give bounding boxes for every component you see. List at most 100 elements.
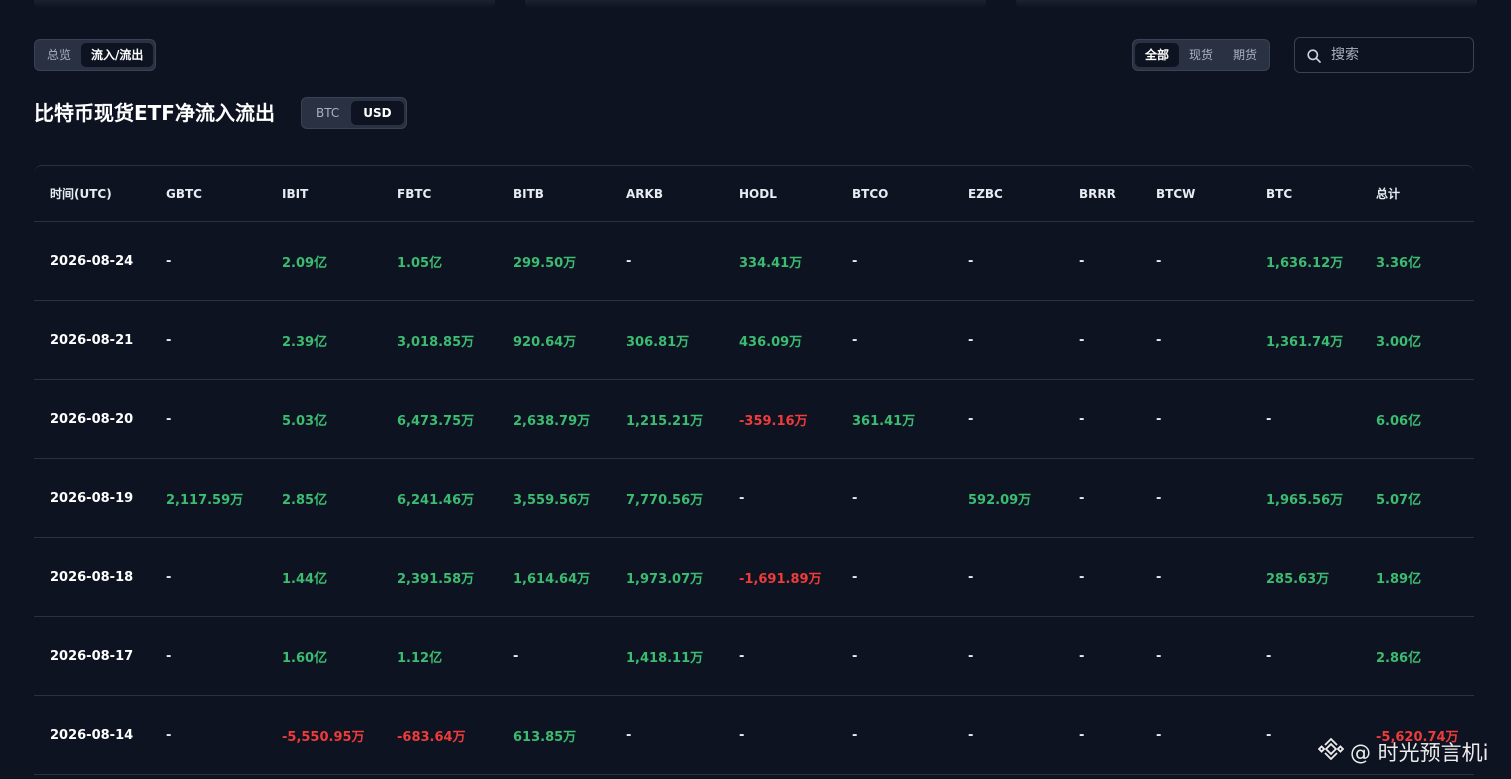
flow-cell: 299.50万: [497, 221, 610, 301]
flow-cell: -1,691.89万: [723, 537, 836, 617]
date-cell: 2026-08-24: [34, 221, 150, 301]
flow-cell: 6,241.46万: [381, 458, 497, 538]
unit-toggle: BTC USD: [301, 97, 407, 129]
flow-cell: 1,965.56万: [1250, 458, 1360, 538]
flow-cell: 1.12亿: [381, 616, 497, 696]
flow-cell: 920.64万: [497, 300, 610, 380]
flow-cell: 1.44亿: [266, 537, 381, 617]
flow-cell: -: [1063, 221, 1140, 301]
view-tab-0[interactable]: 总览: [37, 43, 81, 67]
date-cell: 2026-08-21: [34, 300, 150, 380]
flow-cell: -: [952, 379, 1063, 459]
flow-cell: -: [1140, 458, 1250, 538]
view-toggle: 总览 流入/流出: [34, 39, 157, 71]
flow-cell: -: [150, 379, 266, 459]
flow-cell: -: [150, 537, 266, 617]
flow-cell: 1,418.11万: [610, 616, 723, 696]
flow-cell: 7,770.56万: [610, 458, 723, 538]
flow-cell: -: [610, 695, 723, 775]
flow-cell: -: [723, 616, 836, 696]
etf-flow-table: 时间(UTC) GBTC IBIT FBTC BITB ARKB HODL BTCO EZBC B…: [34, 166, 1474, 775]
flow-cell: -: [150, 616, 266, 696]
unit-tab-0[interactable]: BTC: [304, 101, 351, 125]
flow-cell: -: [1063, 616, 1140, 696]
flow-cell: 2.85亿: [266, 458, 381, 538]
flow-cell: -: [1063, 695, 1140, 775]
table-body: 2026-08-24-2.09亿 1.05亿 299.50万 -334.41万 - - - -…: [34, 221, 1474, 775]
flow-cell: -: [723, 695, 836, 775]
flow-cell: 5.03亿: [266, 379, 381, 459]
table-row: 2026-08-18-1.44亿 2,391.58万 1,614.64万 1,973.…: [34, 537, 1474, 617]
flow-cell: -: [1140, 221, 1250, 301]
flow-cell: 1,215.21万: [610, 379, 723, 459]
flow-cell: -: [1140, 379, 1250, 459]
flow-cell: 1.89亿: [1360, 537, 1474, 617]
flow-cell: -: [1063, 458, 1140, 538]
unit-tab-1[interactable]: USD: [351, 101, 404, 125]
flow-cell: -: [1140, 300, 1250, 380]
column-header[interactable]: BITB: [497, 166, 610, 222]
flow-cell: -: [952, 616, 1063, 696]
flow-cell: 2.86亿: [1360, 616, 1474, 696]
flow-cell: 2,391.58万: [381, 537, 497, 617]
flow-cell: 2.09亿: [266, 221, 381, 301]
flow-cell: -: [836, 695, 952, 775]
flow-cell: -: [952, 300, 1063, 380]
column-header[interactable]: BTCW: [1140, 166, 1250, 222]
table-row: 2026-08-14- -5,550.95万 -683.64万 613.85万 - - - -…: [34, 695, 1474, 775]
flow-cell: 6.06亿: [1360, 379, 1474, 459]
type-filter-toggle: 全部 现货 期货: [1132, 39, 1271, 71]
flow-cell: -359.16万: [723, 379, 836, 459]
flow-cell: 3.36亿: [1360, 221, 1474, 301]
flow-cell: 334.41万: [723, 221, 836, 301]
date-cell: 2026-08-20: [34, 379, 150, 459]
flow-cell: -: [952, 221, 1063, 301]
search-input[interactable]: [1329, 46, 1463, 64]
flow-cell: -: [150, 300, 266, 380]
flow-cell: 285.63万: [1250, 537, 1360, 617]
view-tab-1[interactable]: 流入/流出: [81, 43, 154, 67]
column-header[interactable]: ARKB: [610, 166, 723, 222]
column-header[interactable]: HODL: [723, 166, 836, 222]
table-header-row: 时间(UTC) GBTC IBIT FBTC BITB ARKB HODL BTCO EZBC B…: [34, 166, 1474, 222]
binance-logo-icon: [1317, 736, 1345, 767]
column-header[interactable]: BRRR: [1063, 166, 1140, 222]
flow-cell: -: [150, 221, 266, 301]
table-row: 2026-08-24-2.09亿 1.05亿 299.50万 -334.41万 - - - -…: [34, 221, 1474, 301]
flow-cell: 1.60亿: [266, 616, 381, 696]
flow-cell: 306.81万: [610, 300, 723, 380]
table-row: 2026-08-17-1.60亿 1.12亿 -1,418.11万 - - - - - -2.8…: [34, 616, 1474, 696]
column-header[interactable]: 时间(UTC): [34, 166, 150, 222]
watermark-text: @ 时光预言机i: [1350, 740, 1489, 765]
filter-tab-1[interactable]: 现货: [1179, 43, 1223, 67]
column-header[interactable]: GBTC: [150, 166, 266, 222]
table-row: 2026-08-21-2.39亿 3,018.85万 920.64万 306.81万 4…: [34, 300, 1474, 380]
flow-cell: 592.09万: [952, 458, 1063, 538]
search-box[interactable]: [1294, 37, 1474, 73]
page: 总览流入/流出 全部现货期货 比特币现货ETF净流入流出 BTCUSD 时间(U…: [0, 0, 1511, 779]
flow-cell: -: [1250, 616, 1360, 696]
page-title: 比特币现货ETF净流入流出: [34, 101, 275, 125]
watermark: @ 时光预言机i: [1317, 736, 1489, 767]
flow-cell: -: [150, 695, 266, 775]
column-header[interactable]: EZBC: [952, 166, 1063, 222]
table-row: 2026-08-19 2,117.59万 2.85亿 6,241.46万 3,559.5…: [34, 458, 1474, 538]
table-row: 2026-08-20-5.03亿 6,473.75万 2,638.79万 1,215.…: [34, 379, 1474, 459]
column-header[interactable]: IBIT: [266, 166, 381, 222]
column-header[interactable]: FBTC: [381, 166, 497, 222]
flow-cell: 2,117.59万: [150, 458, 266, 538]
flow-cell: 1.05亿: [381, 221, 497, 301]
flow-cell: -: [1140, 537, 1250, 617]
date-cell: 2026-08-19: [34, 458, 150, 538]
column-header[interactable]: BTC: [1250, 166, 1360, 222]
filter-tab-2[interactable]: 期货: [1223, 43, 1267, 67]
flow-cell: -: [723, 458, 836, 538]
column-header[interactable]: BTCO: [836, 166, 952, 222]
column-header[interactable]: 总计: [1360, 166, 1474, 222]
flow-cell: -: [1140, 616, 1250, 696]
filter-tab-0[interactable]: 全部: [1135, 43, 1180, 67]
flow-cell: -5,550.95万: [266, 695, 381, 775]
flow-cell: 361.41万: [836, 379, 952, 459]
date-cell: 2026-08-18: [34, 537, 150, 617]
flow-cell: 1,636.12万: [1250, 221, 1360, 301]
